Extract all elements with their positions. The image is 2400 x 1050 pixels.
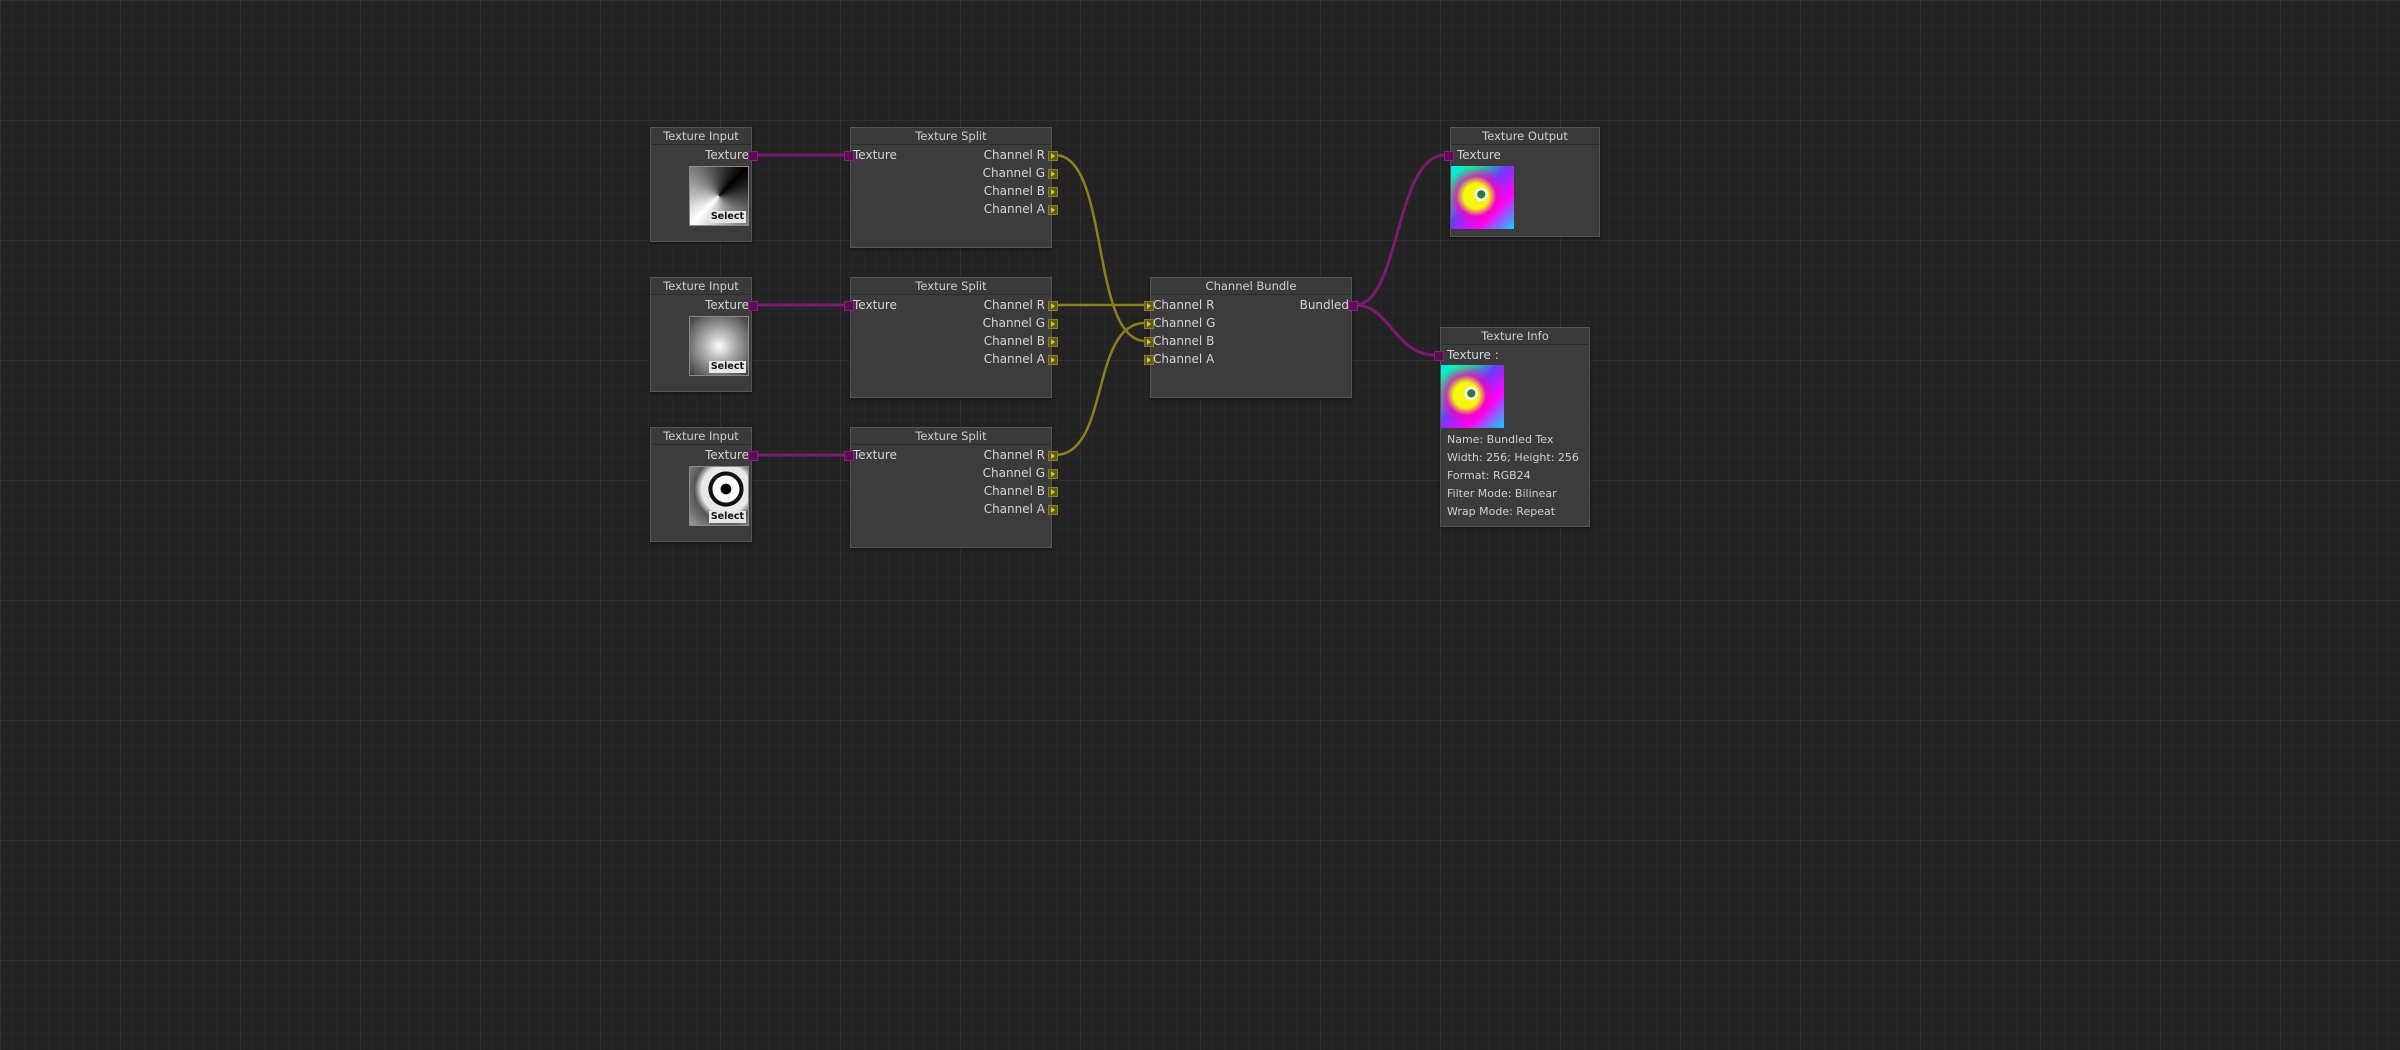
texture-output-node[interactable]: Texture Output Texture [1444,127,1600,237]
wire-bundle-to-info [1354,303,1436,357]
texture-output-port[interactable] [748,151,758,161]
channel-b-label: Channel B [1153,334,1215,348]
wire-split3-r-to-bundle-g [1054,321,1146,457]
input-label: Texture : [1447,348,1499,362]
texture-preview-thumbnail: Select [689,316,749,376]
channel-r-output-port[interactable] [1048,151,1058,161]
texture-split-node-1[interactable]: Texture Split Texture Channel R Channel … [844,127,1058,248]
channel-b-output-port[interactable] [1048,187,1058,197]
input-label: Texture [853,298,897,312]
texture-split-node-2[interactable]: Texture Split Texture Channel R Channel … [844,277,1058,398]
channel-g-label: Channel G [982,166,1045,180]
channel-b-label: Channel B [983,484,1045,498]
channel-g-output-port[interactable] [1048,169,1058,179]
channel-b-label: Channel B [983,334,1045,348]
channel-a-label: Channel A [983,502,1045,516]
texture-info-node[interactable]: Texture Info Texture : Name: Bundled Tex… [1434,327,1590,527]
node-title: Texture Input [651,128,751,145]
node-title: Texture Split [851,128,1051,145]
channel-g-label: Channel G [982,466,1045,480]
channel-a-output-port[interactable] [1048,355,1058,365]
texture-output-port[interactable] [748,451,758,461]
channel-g-output-port[interactable] [1048,319,1058,329]
info-format: Format: RGB24 [1447,469,1531,482]
info-filter-mode: Filter Mode: Bilinear [1447,487,1557,500]
channel-a-output-port[interactable] [1048,505,1058,515]
channel-r-label: Channel R [983,298,1045,312]
channel-b-output-port[interactable] [1048,487,1058,497]
select-texture-button[interactable]: Select [708,211,746,223]
texture-preview-thumbnail: Select [689,166,749,226]
texture-output-port[interactable] [748,301,758,311]
channel-b-output-port[interactable] [1048,337,1058,347]
info-dimensions: Width: 256; Height: 256 [1447,451,1579,464]
node-title: Texture Split [851,278,1051,295]
texture-input-node-1[interactable]: Texture Input Texture Select [650,127,758,242]
texture-input-node-2[interactable]: Texture Input Texture Select [650,277,758,392]
channel-r-output-port[interactable] [1048,451,1058,461]
node-title: Texture Info [1441,328,1589,345]
node-title: Texture Input [651,278,751,295]
texture-preview-thumbnail [1441,365,1504,428]
channel-a-label: Channel A [983,202,1045,216]
channel-a-output-port[interactable] [1048,205,1058,215]
channel-r-label: Channel R [983,448,1045,462]
input-label: Texture [1457,148,1501,162]
texture-preview-thumbnail: Select [689,466,749,526]
channel-g-label: Channel G [1153,316,1216,330]
select-texture-button[interactable]: Select [708,511,746,523]
channel-bundle-node[interactable]: Channel Bundle Channel R Channel G Chann… [1144,277,1358,398]
output-label: Texture [705,148,749,162]
channel-a-label: Channel A [1153,352,1215,366]
texture-input-node-3[interactable]: Texture Input Texture Select [650,427,758,542]
texture-preview-thumbnail [1451,166,1514,229]
channel-r-label: Channel R [983,148,1045,162]
texture-input-port[interactable] [1434,351,1444,361]
wire-bundle-to-output [1354,153,1446,307]
channel-g-label: Channel G [982,316,1045,330]
input-label: Texture [853,148,897,162]
info-wrap-mode: Wrap Mode: Repeat [1447,505,1556,518]
info-name: Name: Bundled Tex [1447,433,1554,446]
select-texture-button[interactable]: Select [708,361,746,373]
connection-wires [755,153,1446,457]
channel-r-label: Channel R [1153,298,1215,312]
node-title: Channel Bundle [1151,278,1351,295]
channel-r-output-port[interactable] [1048,301,1058,311]
node-title: Texture Split [851,428,1051,445]
channel-b-label: Channel B [983,184,1045,198]
node-title: Texture Output [1451,128,1599,145]
wire-split1-r-to-bundle-b [1054,153,1146,343]
bundled-output-label: Bundled [1299,298,1349,312]
channel-a-label: Channel A [983,352,1045,366]
texture-input-port[interactable] [1444,151,1454,161]
node-title: Texture Input [651,428,751,445]
channel-g-output-port[interactable] [1048,469,1058,479]
output-label: Texture [705,448,749,462]
texture-split-node-3[interactable]: Texture Split Texture Channel R Channel … [844,427,1058,548]
bundled-output-port[interactable] [1348,301,1358,311]
output-label: Texture [705,298,749,312]
input-label: Texture [853,448,897,462]
